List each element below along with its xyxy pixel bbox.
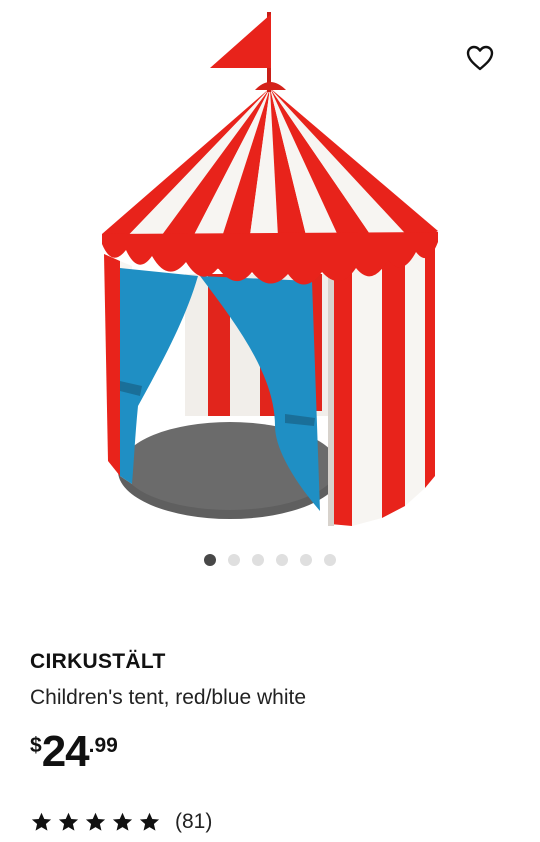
star-icon — [139, 812, 160, 831]
price-integer: 24 — [41, 727, 90, 776]
price-decimal: .99 — [88, 734, 118, 757]
circus-tent-illustration — [102, 12, 438, 526]
star-icon — [112, 812, 133, 831]
favorite-button[interactable] — [460, 38, 500, 78]
pagination-dot[interactable] — [252, 554, 264, 566]
star-icon — [58, 812, 79, 831]
review-count: (81) — [175, 810, 213, 833]
rating-stars — [30, 811, 161, 834]
pagination-dot[interactable] — [324, 554, 336, 566]
star-icon — [85, 812, 106, 831]
price: $ 24 .99 — [30, 730, 118, 774]
product-image[interactable] — [90, 6, 450, 536]
pagination-dot-active[interactable] — [204, 554, 216, 566]
pagination-dot[interactable] — [276, 554, 288, 566]
price-currency: $ — [30, 734, 42, 757]
rating[interactable]: (81) — [30, 810, 212, 834]
heart-outline-icon — [466, 45, 494, 71]
image-pagination — [0, 554, 540, 566]
pagination-dot[interactable] — [300, 554, 312, 566]
star-icon — [31, 812, 52, 831]
product-description: Children's tent, red/blue white — [30, 686, 306, 709]
pagination-dot[interactable] — [228, 554, 240, 566]
product-name: CIRKUSTÄLT — [30, 650, 166, 673]
